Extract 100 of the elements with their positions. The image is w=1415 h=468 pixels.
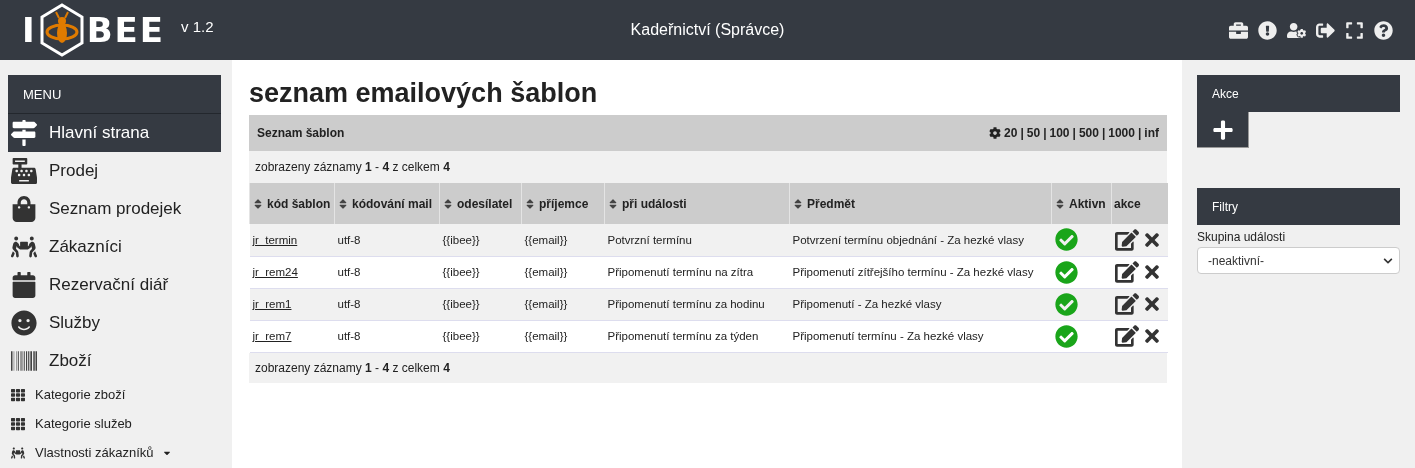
menu-item[interactable]: Zboží xyxy=(8,342,221,380)
field-label: Skupina události xyxy=(1197,230,1287,244)
settings-icon[interactable] xyxy=(989,127,1002,139)
separator: | xyxy=(1101,126,1106,140)
page-size-link[interactable]: 500 xyxy=(1078,126,1099,140)
column-header[interactable]: odesílatel xyxy=(439,183,522,224)
fullscreen-icon[interactable] xyxy=(1345,20,1364,40)
briefcase-icon[interactable] xyxy=(1229,20,1248,40)
cash-register-icon xyxy=(11,158,37,184)
calendar-icon xyxy=(11,272,37,298)
table-cell: Připomenutí termínu - Za hezké vlasy xyxy=(789,320,1052,352)
page-size-link[interactable]: 100 xyxy=(1049,126,1070,140)
table-cell: {{ibee}} xyxy=(439,224,522,256)
grid-icon xyxy=(11,387,25,402)
column-header[interactable]: kód šablon xyxy=(249,183,335,224)
table-cell: utf-8 xyxy=(334,256,440,288)
table-cell: Připomenutí termínu za týden xyxy=(604,320,790,352)
template-link[interactable]: jr_rem7 xyxy=(252,330,292,342)
menu-item[interactable]: Kategorie zboží xyxy=(8,380,221,409)
page-size-link[interactable]: 50 xyxy=(1026,126,1041,140)
menu-item[interactable]: Kategorie služeb xyxy=(8,409,221,438)
template-link[interactable]: jr_termin xyxy=(252,233,298,246)
app-title: Kadeřnictví (Správce) xyxy=(629,21,786,39)
menu-label: Kategorie zboží xyxy=(35,387,126,402)
menu-item[interactable]: Vlastnosti zákazníků xyxy=(8,438,221,467)
logo-text: I xyxy=(22,10,37,50)
logo-text: BEE xyxy=(86,10,166,50)
table-cell: Připomenutí termínu za hodinu xyxy=(604,288,790,320)
bee-logo-icon xyxy=(38,3,85,57)
menu-item[interactable]: Hlavní strana xyxy=(8,114,221,152)
shopping-bag-icon xyxy=(11,196,37,222)
table-cell: {{ibee}} xyxy=(439,320,522,352)
table-cell: {{email}} xyxy=(521,288,605,320)
menu-label: Seznam prodejek xyxy=(49,199,182,219)
column-header: akce xyxy=(1111,183,1168,224)
column-header[interactable]: při události xyxy=(604,183,790,224)
edit-icon[interactable] xyxy=(1114,292,1139,316)
menu-label: Prodej xyxy=(49,161,99,181)
page-size-link[interactable]: inf xyxy=(1144,126,1159,140)
menu-item[interactable]: Rezervační diář xyxy=(8,266,221,304)
column-header[interactable]: Aktivn xyxy=(1051,183,1112,224)
template-link[interactable]: jr_rem24 xyxy=(252,266,298,278)
edit-icon[interactable] xyxy=(1114,324,1139,348)
barcode-icon xyxy=(11,348,37,374)
records-info: zobrazeny záznamy 1 - 4 z celkem 4 xyxy=(255,160,450,174)
sort-icon xyxy=(442,197,454,210)
table-cell: {{email}} xyxy=(521,224,605,256)
menu-item[interactable]: Služby xyxy=(8,304,221,342)
menu-label: Služby xyxy=(49,313,101,333)
separator: | xyxy=(1137,126,1142,140)
add-button[interactable] xyxy=(1197,112,1249,148)
page-size-link[interactable]: 1000 xyxy=(1108,126,1135,140)
table-cell: utf-8 xyxy=(334,224,440,256)
separator: | xyxy=(1043,126,1047,140)
help-icon[interactable] xyxy=(1374,20,1393,40)
table-cell: {{email}} xyxy=(521,256,605,288)
sort-icon xyxy=(252,197,264,210)
edit-icon[interactable] xyxy=(1114,260,1139,284)
sort-icon xyxy=(607,197,619,210)
sort-icon xyxy=(524,197,536,210)
table-cell: Připomenutí zítřejšího termínu - Za hezké vlasy xyxy=(789,256,1052,288)
table-cell: {{ibee}} xyxy=(439,256,522,288)
people-carry-icon xyxy=(11,234,37,260)
panel-header: Akce xyxy=(1197,75,1400,112)
sort-icon xyxy=(1054,197,1066,210)
page-size-link[interactable]: 20 xyxy=(1004,126,1018,140)
sort-icon xyxy=(337,197,349,210)
table-cell: utf-8 xyxy=(334,288,440,320)
menu-label: Zákazníci xyxy=(49,237,122,257)
table-cell: Připomenutí - Za hezké vlasy xyxy=(789,288,1052,320)
menu-label: Kategorie služeb xyxy=(35,416,132,431)
edit-icon[interactable] xyxy=(1114,227,1139,252)
table-cell: Připomenutí termínu na zítra xyxy=(604,256,790,288)
select-field[interactable]: -neaktivní- xyxy=(1197,247,1400,274)
table-cell: {{email}} xyxy=(521,320,605,352)
menu-label: Zboží xyxy=(49,351,92,371)
sort-icon xyxy=(792,197,804,210)
version-label: v 1.2 xyxy=(181,17,214,35)
separator: | xyxy=(1072,126,1076,140)
plus-icon xyxy=(1211,118,1234,141)
table-cell: Potvrzení termínu objednání - Za hezké vlasy xyxy=(789,224,1052,256)
template-link[interactable]: jr_rem1 xyxy=(252,298,292,310)
column-header[interactable]: kódování mail xyxy=(334,183,440,224)
alert-icon[interactable] xyxy=(1258,20,1277,40)
menu-label: Rezervační diář xyxy=(49,275,169,295)
page-title: seznam emailových šablon xyxy=(249,78,599,109)
table-cell: Potvrzní termínu xyxy=(604,224,790,256)
menu-item[interactable]: Seznam prodejek xyxy=(8,190,221,228)
column-header[interactable]: příjemce xyxy=(521,183,605,224)
menu-item[interactable]: Zákazníci xyxy=(8,228,221,266)
logout-icon[interactable] xyxy=(1316,20,1335,40)
menu-header: MENU xyxy=(8,75,221,114)
menu-label: Vlastnosti zákazníků xyxy=(35,445,154,460)
menu-label: Hlavní strana xyxy=(49,123,150,143)
column-header[interactable]: Předmět xyxy=(789,183,1052,224)
panel-header: Filtry xyxy=(1197,188,1400,225)
user-settings-icon[interactable] xyxy=(1287,20,1306,40)
menu-item[interactable]: Prodej xyxy=(8,152,221,190)
signpost-icon xyxy=(11,120,37,146)
records-info: zobrazeny záznamy 1 - 4 z celkem 4 xyxy=(255,360,450,375)
